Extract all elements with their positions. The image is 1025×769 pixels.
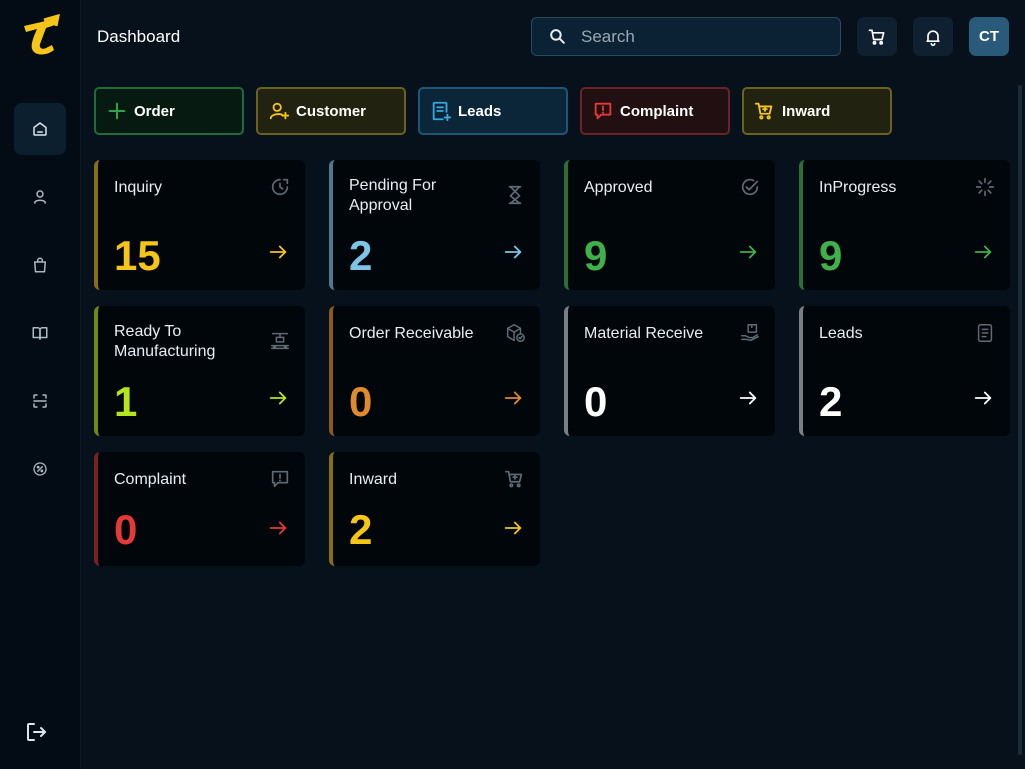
card-value: 2 — [349, 506, 373, 553]
discount-icon — [33, 462, 47, 476]
card-value: 9 — [819, 232, 843, 279]
bell-icon — [926, 29, 940, 46]
alert-message-icon — [594, 102, 612, 120]
machine-icon — [271, 332, 289, 350]
arrow-right-icon[interactable] — [972, 387, 994, 409]
sidebar-item-discounts[interactable] — [14, 443, 66, 495]
add-inward-button[interactable]: Inward — [742, 87, 892, 135]
arrow-right-icon[interactable] — [502, 387, 524, 409]
add-leads-label: Leads — [458, 102, 502, 120]
plus-icon — [108, 102, 126, 120]
add-complaint-label: Complaint — [620, 102, 694, 120]
cart-add-icon — [754, 102, 773, 120]
clock-icon — [271, 178, 289, 196]
material-receive-card[interactable]: Material Receive 0 — [564, 306, 775, 436]
logout-icon[interactable] — [24, 720, 48, 744]
arrow-right-icon[interactable] — [502, 517, 524, 539]
card-title: Pending For Approval — [349, 177, 437, 214]
loader-icon — [975, 177, 995, 197]
arrow-right-icon[interactable] — [267, 241, 289, 263]
cart-add-icon — [505, 470, 523, 488]
card-value: 0 — [349, 378, 373, 425]
scrollbar[interactable] — [1018, 85, 1022, 755]
add-order-button[interactable]: Order — [94, 87, 244, 135]
arrow-right-icon[interactable] — [972, 241, 994, 263]
note-icon — [977, 324, 993, 342]
book-icon — [32, 327, 48, 340]
arrow-right-icon[interactable] — [502, 241, 524, 263]
cart-icon — [868, 29, 885, 45]
logo-icon[interactable] — [20, 14, 62, 58]
card-title: InProgress — [819, 179, 897, 196]
card-title: Approved — [584, 179, 653, 196]
inquiry-card[interactable]: Inquiry 15 — [94, 160, 305, 290]
sidebar-item-scan[interactable] — [14, 375, 66, 427]
order-receivable-card[interactable]: Order Receivable 0 — [329, 306, 540, 436]
user-avatar[interactable]: CT — [969, 17, 1009, 56]
document-add-icon — [432, 101, 452, 122]
arrow-right-icon[interactable] — [267, 387, 289, 409]
search-icon — [550, 29, 565, 44]
card-value: 2 — [349, 232, 373, 279]
card-value: 9 — [584, 232, 608, 279]
arrow-right-icon[interactable] — [737, 387, 759, 409]
complaint-card[interactable]: Complaint 0 — [94, 452, 305, 566]
sidebar-item-customers[interactable] — [14, 171, 66, 223]
add-order-label: Order — [134, 102, 175, 120]
sidebar-item-orders[interactable] — [14, 239, 66, 291]
cart-button[interactable] — [857, 17, 897, 56]
add-inward-label: Inward — [782, 102, 831, 120]
user-icon — [34, 190, 46, 204]
check-circle-icon — [741, 178, 759, 196]
scan-icon — [33, 394, 47, 408]
search-bar[interactable] — [531, 17, 841, 56]
user-add-icon — [269, 102, 290, 120]
search-input[interactable] — [581, 26, 821, 47]
notifications-button[interactable] — [913, 17, 953, 56]
card-value: 15 — [114, 232, 161, 279]
card-title: Leads — [819, 325, 863, 342]
hand-box-icon — [741, 324, 759, 342]
approved-card[interactable]: Approved 9 — [564, 160, 775, 290]
card-title: Inward — [349, 471, 398, 488]
card-title: Complaint — [114, 471, 187, 488]
card-title: Ready To Manufacturing — [114, 323, 216, 360]
card-value: 0 — [584, 378, 608, 425]
pending-approval-card[interactable]: Pending For Approval 2 — [329, 160, 540, 290]
card-value: 1 — [114, 378, 138, 425]
card-value: 2 — [819, 378, 843, 425]
inprogress-card[interactable]: InProgress 9 — [799, 160, 1010, 290]
ready-to-manufacturing-card[interactable]: Ready To Manufacturing 1 — [94, 306, 305, 436]
card-title: Order Receivable — [349, 325, 474, 342]
page-title: Dashboard — [97, 27, 181, 46]
hourglass-icon — [508, 185, 522, 205]
arrow-right-icon[interactable] — [267, 517, 289, 539]
sidebar-item-home[interactable] — [14, 103, 66, 155]
add-customer-label: Customer — [296, 102, 367, 120]
inward-card[interactable]: Inward 2 — [329, 452, 540, 566]
add-complaint-button[interactable]: Complaint — [580, 87, 730, 135]
bag-icon — [34, 257, 46, 273]
sidebar — [0, 0, 81, 769]
card-value: 0 — [114, 506, 138, 553]
card-title: Inquiry — [114, 179, 163, 196]
arrow-right-icon[interactable] — [737, 241, 759, 263]
package-check-icon — [506, 324, 525, 342]
sidebar-item-catalog[interactable] — [14, 307, 66, 359]
card-title: Material Receive — [584, 325, 704, 342]
add-leads-button[interactable]: Leads — [418, 87, 568, 135]
home-icon — [33, 122, 47, 136]
leads-card[interactable]: Leads 2 — [799, 306, 1010, 436]
alert-message-icon — [271, 470, 289, 488]
add-customer-button[interactable]: Customer — [256, 87, 406, 135]
